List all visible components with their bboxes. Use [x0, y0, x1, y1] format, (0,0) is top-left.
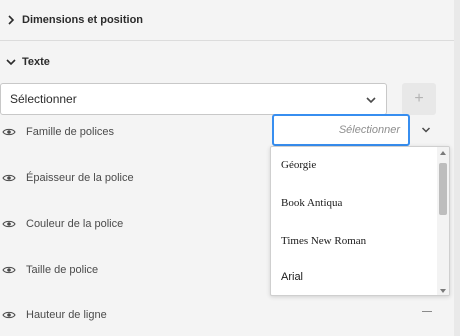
- dropdown-option[interactable]: Arial: [281, 267, 303, 287]
- section-dimensions-header[interactable]: Dimensions et position: [0, 10, 454, 30]
- font-family-placeholder: Sélectionner: [338, 124, 400, 136]
- property-label: Épaisseur de la police: [26, 172, 134, 184]
- dropdown-option[interactable]: Times New Roman: [281, 231, 366, 251]
- property-row-line-height: Hauteur de ligne: [0, 306, 300, 324]
- property-row-font-color: Couleur de la police: [0, 215, 300, 233]
- scrollbar-thumb[interactable]: [439, 163, 447, 215]
- chevron-down-icon[interactable]: [420, 124, 432, 136]
- property-label: Taille de police: [26, 264, 99, 276]
- dropdown-scrollbar[interactable]: [437, 147, 449, 295]
- property-label: Hauteur de ligne: [26, 309, 107, 321]
- add-style-button[interactable]: +: [402, 83, 436, 115]
- property-label: Couleur de la police: [26, 218, 124, 230]
- section-divider: [0, 40, 454, 41]
- eye-icon[interactable]: [2, 263, 16, 277]
- scroll-down-arrow-icon[interactable]: [440, 289, 446, 293]
- dropdown-option[interactable]: Géorgie: [281, 155, 316, 175]
- dropdown-option[interactable]: Book Antiqua: [281, 193, 342, 213]
- section-texte-label: Texte: [22, 56, 50, 68]
- style-select[interactable]: Sélectionner: [0, 83, 387, 115]
- scroll-up-arrow-icon[interactable]: [440, 151, 446, 155]
- font-family-input[interactable]: Sélectionner: [272, 114, 410, 146]
- section-texte-header[interactable]: Texte: [0, 52, 454, 72]
- chevron-right-icon: [8, 15, 15, 25]
- property-row-font-size: Taille de police: [0, 261, 300, 279]
- chevron-down-icon: [6, 59, 16, 66]
- eye-icon[interactable]: [2, 125, 16, 139]
- eye-icon[interactable]: [2, 308, 16, 322]
- property-row-font-family: Famille de polices: [0, 123, 300, 141]
- eye-icon[interactable]: [2, 171, 16, 185]
- property-row-font-weight: Épaisseur de la police: [0, 169, 300, 187]
- font-family-dropdown: Géorgie Book Antiqua Times New Roman Ari…: [270, 146, 450, 296]
- chevron-down-icon: [366, 97, 376, 104]
- add-icon: +: [414, 90, 424, 107]
- section-dimensions-label: Dimensions et position: [22, 14, 144, 26]
- property-label: Famille de polices: [26, 126, 115, 138]
- style-select-value: Sélectionner: [10, 92, 77, 106]
- eye-icon[interactable]: [2, 217, 16, 231]
- minus-icon[interactable]: [422, 311, 432, 312]
- panel-edge: [454, 0, 460, 336]
